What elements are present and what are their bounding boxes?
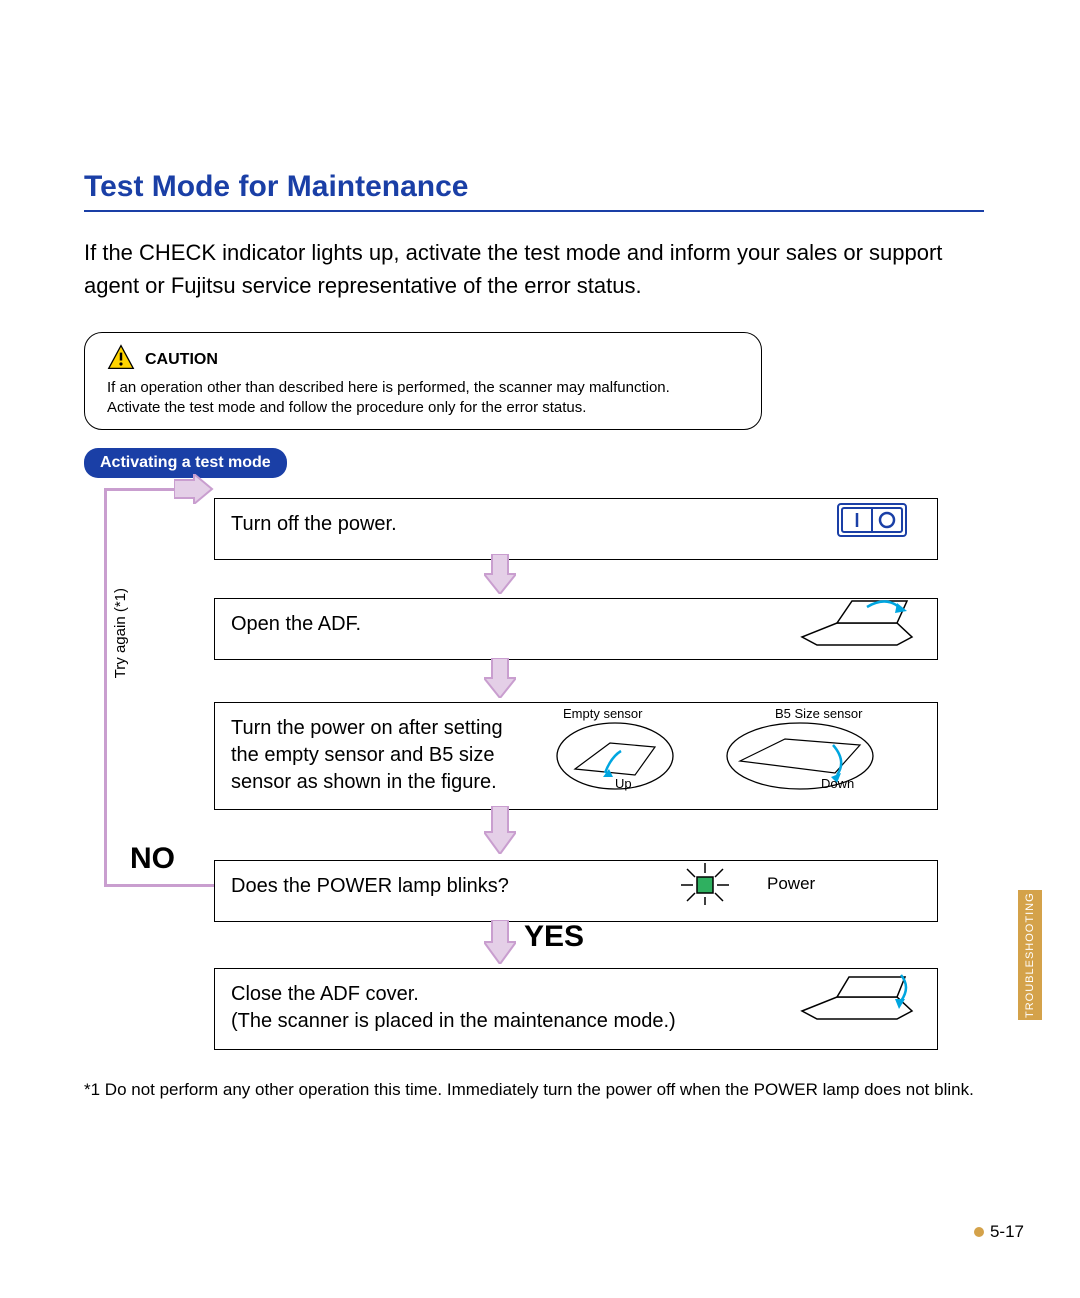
no-path-segment [104,488,107,884]
arrow-down-icon [484,658,516,698]
flow-step-2: Open the ADF. [214,598,938,660]
caution-triangle-icon [107,343,135,376]
b5-sensor-label: B5 Size sensor [775,705,862,723]
flow-step-1: Turn off the power. [214,498,938,560]
decision-no-label: NO [130,842,175,876]
down-label: Down [821,775,854,793]
step-4-text: Does the POWER lamp blinks? [231,875,509,897]
arrow-down-icon [484,920,516,960]
no-path-segment [104,488,178,491]
up-label: Up [615,775,632,793]
intro-paragraph: If the CHECK indicator lights up, activa… [84,236,984,302]
arrow-down-icon [484,554,516,594]
empty-sensor-label: Empty sensor [563,705,642,723]
scanner-close-icon [797,965,917,1033]
power-switch-icon [837,503,907,545]
flow-step-4-decision: Does the POWER lamp blinks? Power [214,860,938,922]
flowchart: Try again (*1) Turn off the power. Open … [84,488,924,1068]
heading-rule [84,210,984,212]
arrow-right-icon [174,474,214,509]
section-tab: TROUBLESHOOTING [1018,890,1042,1020]
caution-text-2: Activate the test mode and follow the pr… [107,398,743,418]
step-2-text: Open the ADF. [231,613,361,635]
step-3-text: Turn the power on after setting the empt… [231,715,531,796]
page-number-text: 5-17 [990,1222,1024,1242]
page-heading: Test Mode for Maintenance [84,170,984,204]
step-1-text: Turn off the power. [231,513,397,535]
flow-step-5: Close the ADF cover. (The scanner is pla… [214,968,938,1050]
caution-text-1: If an operation other than described her… [107,378,743,398]
arrow-down-icon [484,806,516,846]
decision-yes-label: YES [524,920,584,954]
footnote: *1 Do not perform any other operation th… [108,1080,984,1100]
page-number: 5-17 [974,1222,1024,1242]
caution-box: CAUTION If an operation other than descr… [84,332,762,430]
scanner-open-icon [797,593,917,657]
page-dot-icon [974,1227,984,1237]
power-lamp-label: Power [767,873,815,896]
power-led-blink-icon [675,861,735,913]
flow-step-3: Turn the power on after setting the empt… [214,702,938,810]
caution-title: CAUTION [145,351,218,369]
try-again-label: Try again (*1) [112,588,129,678]
no-path-segment [104,884,214,887]
